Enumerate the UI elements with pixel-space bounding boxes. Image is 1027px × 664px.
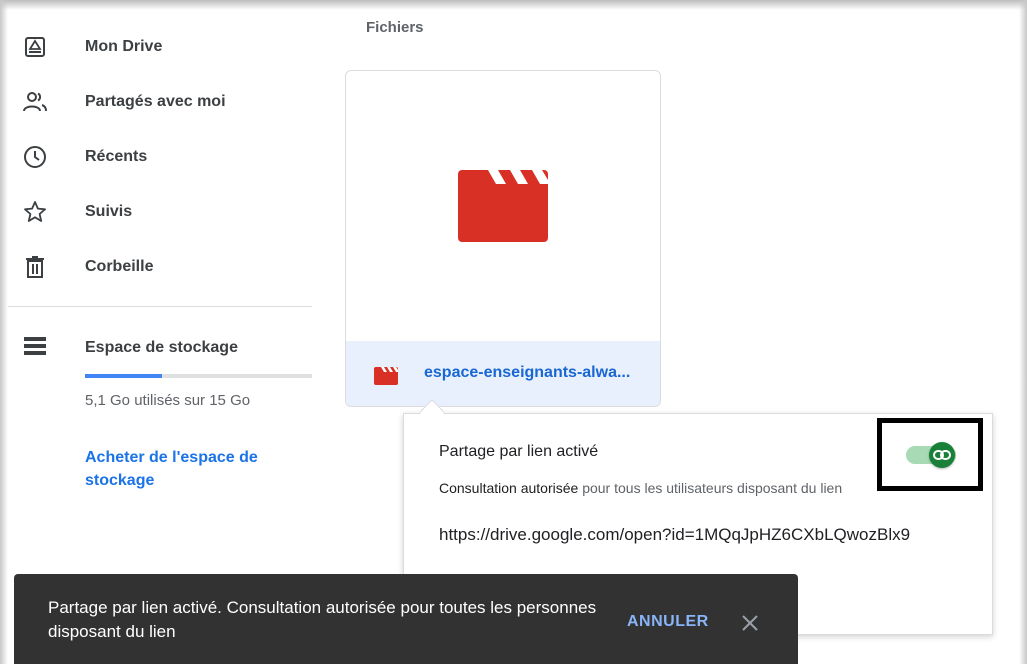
video-file-icon bbox=[374, 367, 398, 390]
sidebar-item-partages[interactable]: Partagés avec moi bbox=[0, 77, 312, 127]
file-card[interactable]: espace-enseignants-alwa... bbox=[345, 70, 661, 407]
window-right-shadow bbox=[1019, 0, 1027, 664]
drive-icon bbox=[22, 34, 48, 60]
sidebar-item-recents[interactable]: Récents bbox=[0, 132, 312, 182]
permission-scope: pour tous les utilisateurs disposant du … bbox=[578, 480, 843, 496]
sidebar-item-corbeille[interactable]: Corbeille bbox=[0, 242, 312, 292]
close-icon[interactable] bbox=[737, 610, 763, 636]
permission-level: Consultation autorisée bbox=[439, 480, 579, 496]
snackbar: Partage par lien activé. Consultation au… bbox=[14, 574, 798, 664]
snackbar-message: Partage par lien activé. Consultation au… bbox=[48, 598, 597, 641]
shared-users-icon bbox=[22, 89, 48, 115]
link-sharing-title: Partage par lien activé bbox=[439, 443, 599, 460]
storage-icon bbox=[22, 333, 48, 359]
storage-progress-bar bbox=[85, 374, 312, 378]
sidebar-item-suivis[interactable]: Suivis bbox=[0, 187, 312, 237]
star-icon bbox=[22, 199, 48, 225]
share-link-url[interactable]: https://drive.google.com/open?id=1MQqJpH… bbox=[439, 525, 957, 545]
sidebar-item-label: Mon Drive bbox=[85, 38, 163, 55]
sidebar-item-label: Partagés avec moi bbox=[85, 93, 226, 110]
video-file-icon bbox=[458, 170, 548, 242]
buy-storage-link[interactable]: Acheter de l'espace de stockage bbox=[85, 446, 295, 492]
storage-progress-fill bbox=[85, 374, 163, 378]
trash-icon bbox=[22, 254, 48, 280]
storage-label: Espace de stockage bbox=[85, 339, 238, 356]
storage-usage-text: 5,1 Go utilisés sur 15 Go bbox=[85, 392, 251, 409]
sidebar-item-label: Suivis bbox=[85, 203, 133, 220]
sidebar-item-label: Corbeille bbox=[85, 258, 154, 275]
undo-button[interactable]: ANNULER bbox=[627, 613, 709, 631]
section-title-files: Fichiers bbox=[366, 19, 424, 36]
clock-icon bbox=[22, 144, 48, 170]
window-top-shadow bbox=[0, 0, 1027, 10]
file-footer: espace-enseignants-alwa... bbox=[346, 341, 660, 406]
sidebar-item-mon-drive[interactable]: Mon Drive bbox=[0, 22, 312, 72]
sidebar-divider bbox=[8, 306, 312, 307]
file-thumbnail bbox=[346, 71, 660, 341]
annotation-highlight-box bbox=[877, 418, 983, 491]
file-name: espace-enseignants-alwa... bbox=[424, 364, 631, 381]
sidebar-item-label: Récents bbox=[85, 148, 148, 165]
